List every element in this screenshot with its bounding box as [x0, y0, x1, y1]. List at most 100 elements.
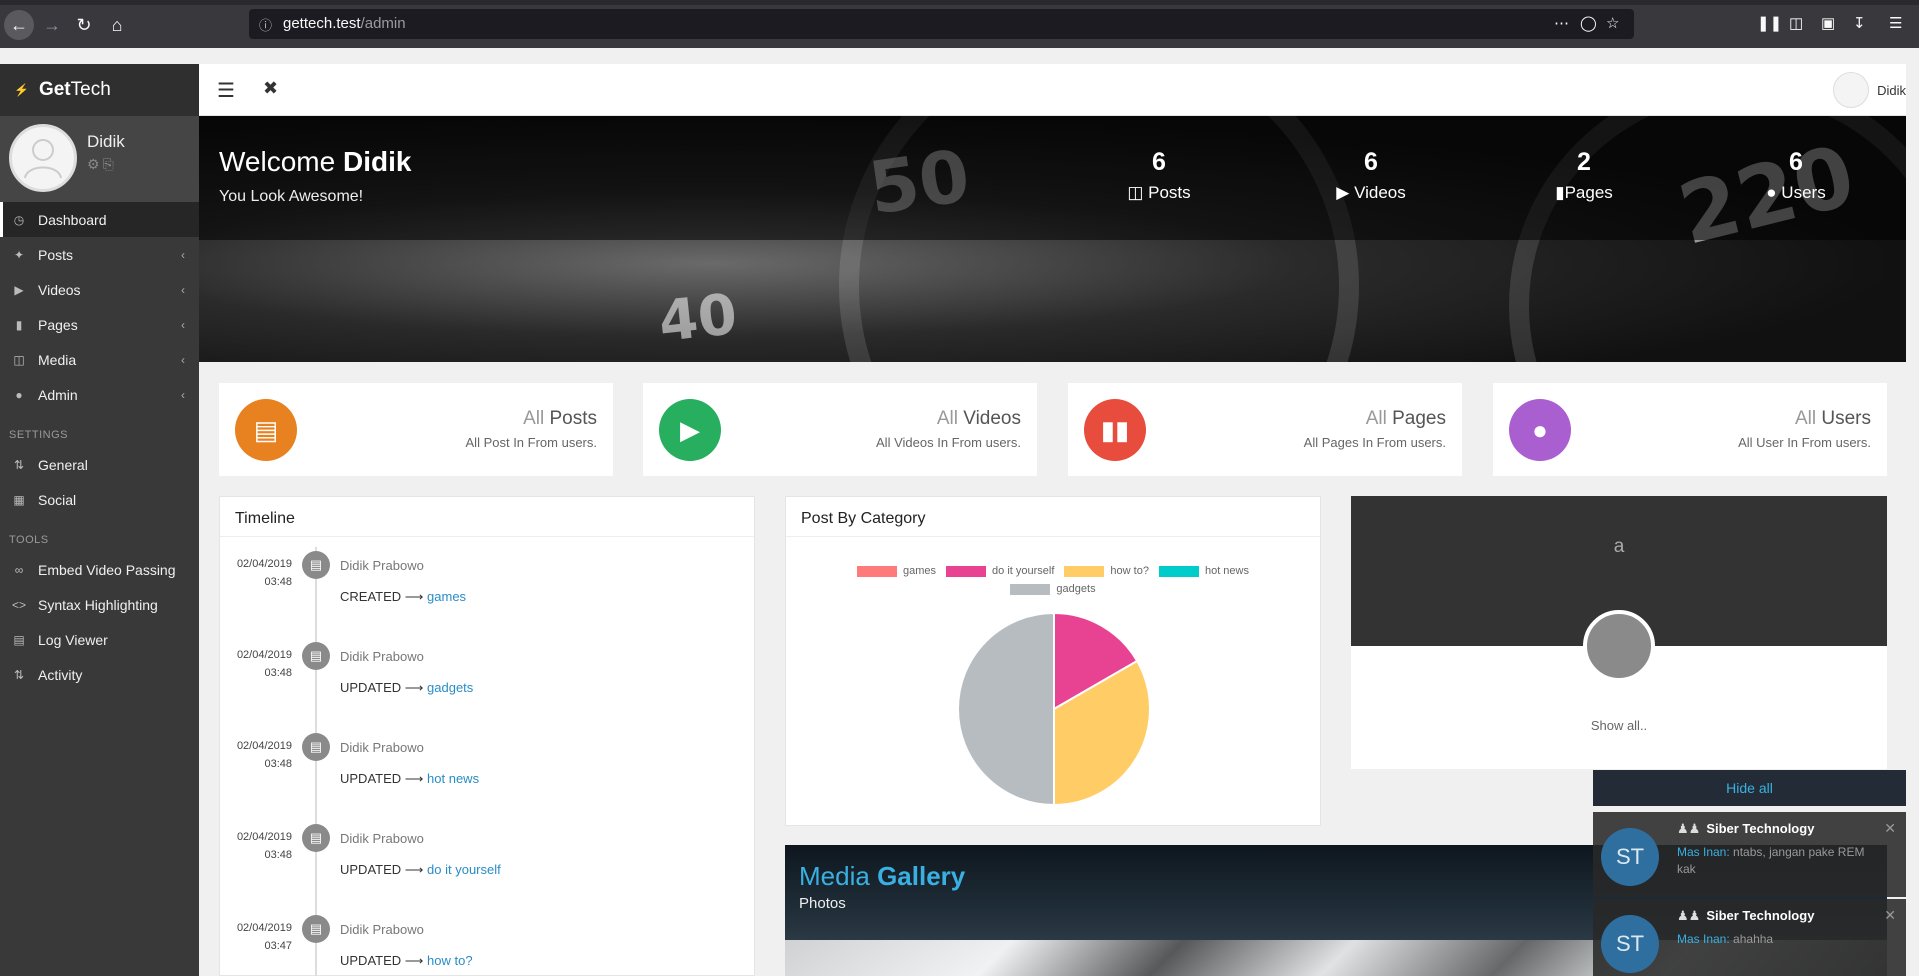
video-icon: ▶: [14, 282, 24, 297]
sidebar-item-social[interactable]: ▦ Social: [0, 482, 199, 517]
video-camera-icon: ▶: [659, 399, 721, 461]
logout-icon[interactable]: ⎘: [103, 156, 117, 172]
card-all-pages[interactable]: ▮▮ All Pages All Pages In From users.: [1068, 383, 1462, 476]
sliders-icon: ⇅: [13, 457, 25, 472]
sidebar-item-media[interactable]: ◫ Media ‹: [0, 342, 199, 377]
pocket-icon[interactable]: ◯: [1580, 14, 1597, 32]
stat-pages: 2 ▮Pages: [1555, 148, 1613, 202]
url-text: gettech.test/admin: [283, 15, 406, 32]
sidebar-item-admin[interactable]: ● Admin ‹: [0, 377, 199, 412]
sidebar-toggle-icon[interactable]: ◫: [1789, 14, 1803, 32]
log-icon: ▤: [13, 632, 25, 647]
pin-icon: ✦: [13, 247, 25, 262]
bolt-icon: ⚡: [14, 83, 29, 97]
sidebar-item-videos[interactable]: ▶ Videos ‹: [0, 272, 199, 307]
timeline-link[interactable]: gadgets: [427, 680, 473, 695]
sidebar: ⚡ GetTech Didik ⚙⎘ ◷ Dashboard ✦ Posts ‹…: [0, 64, 199, 976]
user-silhouette-icon: [24, 139, 62, 179]
sidebar-item-dashboard[interactable]: ◷ Dashboard: [0, 202, 199, 237]
topbar-username: Didik: [1877, 82, 1906, 98]
bookmark-star-icon[interactable]: ☆: [1606, 14, 1619, 32]
brand-logo[interactable]: ⚡ GetTech: [0, 64, 199, 116]
sidebar-item-general[interactable]: ⇅ General: [0, 447, 199, 482]
timeline-item: 02/04/2019 03:48 ▤ Didik Prabowo UPDATED …: [220, 810, 754, 902]
pages-icon: ▮▮: [1084, 399, 1146, 461]
profile-card: a Show all..: [1351, 496, 1887, 769]
group-icon: ♟♟: [1677, 821, 1701, 836]
code-icon: <>: [12, 597, 27, 612]
download-icon[interactable]: ↧: [1853, 14, 1866, 32]
back-icon[interactable]: ←: [4, 10, 34, 40]
document-icon: ▤: [302, 915, 330, 943]
timeline-link[interactable]: how to?: [427, 953, 473, 968]
sidebar-item-activity[interactable]: ⇅ Activity: [0, 657, 199, 692]
user-menu[interactable]: Didik: [1833, 72, 1906, 108]
chevron-left-icon: ‹: [181, 247, 185, 262]
document-icon: ▤: [302, 824, 330, 852]
pie-slice-gadgets[interactable]: [957, 611, 1055, 807]
gear-icon[interactable]: ⚙: [87, 156, 103, 172]
sidebar-item-log-viewer[interactable]: ▤ Log Viewer: [0, 622, 199, 657]
chevron-left-icon: ‹: [181, 317, 185, 332]
page-actions-icon[interactable]: ⋯: [1554, 14, 1569, 32]
dashboard-icon: ◷: [13, 212, 25, 227]
notification-toast[interactable]: ST ♟♟ Siber Technology Mas Inan: ahahha ✕: [1593, 899, 1906, 976]
pages-icon: ▮: [15, 317, 23, 332]
user-icon: ●: [15, 387, 23, 402]
notification-toast[interactable]: ST ♟♟ Siber Technology Mas Inan: ntabs, j…: [1593, 812, 1906, 897]
folder-icon: ◫: [13, 352, 25, 367]
info-icon[interactable]: ⓘ: [259, 15, 272, 34]
timeline-link[interactable]: games: [427, 589, 466, 604]
sidebar-username: Didik: [87, 132, 125, 151]
timeline-item: 02/04/2019 03:48 ▤ Didik Prabowo CREATED …: [220, 537, 754, 629]
avatar: [1583, 610, 1655, 682]
timeline-item: 02/04/2019 03:47 ▤ Didik Prabowo UPDATED …: [220, 901, 754, 976]
browser-toolbar: ← → ↻ ⌂ ⓘ gettech.test/admin ⋯ ◯ ☆ ❚❚ ◫ …: [0, 0, 1919, 48]
gallery-title: Media Gallery: [799, 861, 966, 891]
tools-icon[interactable]: ✖: [263, 78, 278, 99]
menu-icon[interactable]: ☰: [1889, 14, 1902, 32]
hamburger-icon[interactable]: ☰: [217, 78, 235, 103]
close-icon[interactable]: ✕: [1884, 820, 1896, 837]
file-icon: ◫: [1127, 183, 1144, 202]
user-icon: ●: [1509, 399, 1571, 461]
timeline-link[interactable]: do it yourself: [427, 862, 501, 877]
reload-icon[interactable]: ↻: [69, 10, 99, 40]
document-icon: ▤: [302, 733, 330, 761]
library-icon[interactable]: ❚❚: [1757, 14, 1782, 32]
chevron-left-icon: ‹: [181, 282, 185, 297]
reader-icon[interactable]: ▣: [1821, 14, 1835, 32]
show-all-link[interactable]: Show all..: [1351, 718, 1887, 733]
card-all-videos[interactable]: ▶ All Videos All Videos In From users.: [643, 383, 1037, 476]
close-icon[interactable]: ✕: [1884, 907, 1896, 924]
video-icon: ▶: [1336, 183, 1350, 202]
welcome-tagline: You Look Awesome!: [219, 188, 364, 205]
avatar: ST: [1601, 915, 1659, 973]
hide-all-button[interactable]: Hide all: [1593, 770, 1906, 806]
document-icon: ▤: [235, 399, 297, 461]
home-icon[interactable]: ⌂: [102, 10, 132, 40]
user-icon: ●: [1766, 183, 1777, 202]
settings-header: SETTINGS: [9, 428, 69, 441]
welcome-banner: 50 40 220 Welcome Didik You Look Awesome…: [199, 116, 1906, 362]
stat-videos: 6 ▶ Videos: [1336, 148, 1406, 202]
card-all-users[interactable]: ● All Users All User In From users.: [1493, 383, 1887, 476]
card-all-posts[interactable]: ▤ All Posts All Post In From users.: [219, 383, 613, 476]
timeline-title: Timeline: [220, 497, 754, 537]
sidebar-item-syntax[interactable]: <> Syntax Highlighting: [0, 587, 199, 622]
sidebar-item-embed-video[interactable]: ∞ Embed Video Passing: [0, 552, 199, 587]
chevron-left-icon: ‹: [181, 387, 185, 402]
forward-icon[interactable]: →: [37, 10, 67, 40]
pie-chart: [957, 611, 1151, 807]
avatar: ST: [1601, 828, 1659, 886]
url-bar[interactable]: ⓘ gettech.test/admin ⋯ ◯ ☆: [249, 9, 1634, 39]
document-icon: ▤: [302, 551, 330, 579]
stat-users: 6 ● Users: [1766, 148, 1826, 202]
timeline-link[interactable]: hot news: [427, 771, 479, 786]
gallery-subtitle: Photos: [799, 895, 846, 912]
welcome-title: Welcome Didik: [219, 146, 412, 177]
avatar: [1833, 72, 1870, 108]
sidebar-item-posts[interactable]: ✦ Posts ‹: [0, 237, 199, 272]
pages-icon: ▮: [1555, 183, 1565, 202]
sidebar-item-pages[interactable]: ▮ Pages ‹: [0, 307, 199, 342]
